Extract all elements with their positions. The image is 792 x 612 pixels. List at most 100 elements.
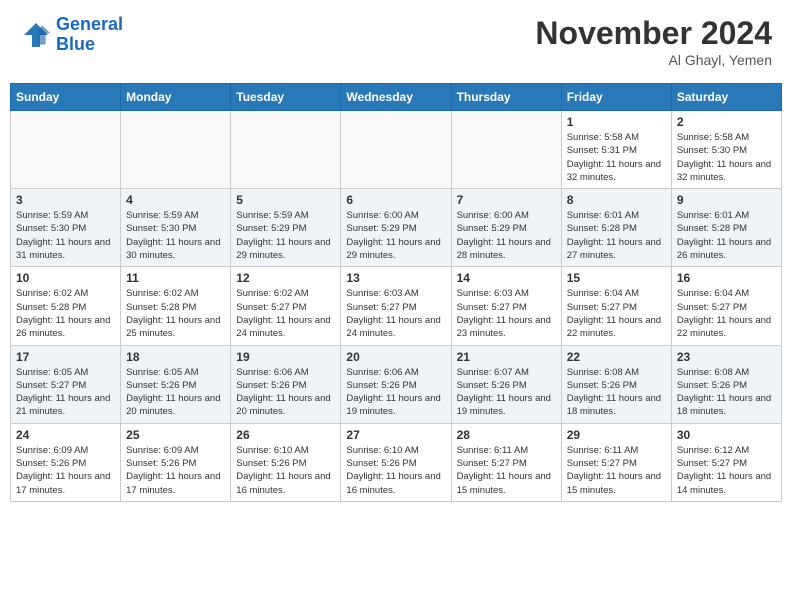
calendar-day-cell: 12 Sunrise: 6:02 AM Sunset: 5:27 PM Dayli… <box>231 267 341 345</box>
calendar-week-row: 10Sunrise: 6:02 AM Sunset: 5:28 PM Dayli… <box>11 267 782 345</box>
day-number: 8 <box>567 193 666 207</box>
calendar-day-cell <box>451 111 561 189</box>
calendar-day-cell <box>231 111 341 189</box>
weekday-header-row: SundayMondayTuesdayWednesdayThursdayFrid… <box>11 84 782 111</box>
weekday-header-thursday: Thursday <box>451 84 561 111</box>
day-info: Sunrise: 6:06 AM Sunset: 5:26 PM Dayligh… <box>346 366 445 419</box>
day-info: Sunrise: 6:09 AM Sunset: 5:26 PM Dayligh… <box>126 444 225 497</box>
day-number: 13 <box>346 271 445 285</box>
day-info: Sunrise: 6:05 AM Sunset: 5:27 PM Dayligh… <box>16 366 115 419</box>
day-info: Sunrise: 6:05 AM Sunset: 5:26 PM Dayligh… <box>126 366 225 419</box>
calendar-day-cell: 13 Sunrise: 6:03 AM Sunset: 5:27 PM Dayli… <box>341 267 451 345</box>
day-number: 27 <box>346 428 445 442</box>
day-info: Sunrise: 6:07 AM Sunset: 5:26 PM Dayligh… <box>457 366 556 419</box>
calendar-day-cell: 3 Sunrise: 5:59 AM Sunset: 5:30 PM Daylig… <box>11 189 121 267</box>
day-info: Sunrise: 6:11 AM Sunset: 5:27 PM Dayligh… <box>457 444 556 497</box>
calendar-week-row: 24Sunrise: 6:09 AM Sunset: 5:26 PM Dayli… <box>11 423 782 501</box>
weekday-header-sunday: Sunday <box>11 84 121 111</box>
day-info: Sunrise: 6:10 AM Sunset: 5:26 PM Dayligh… <box>236 444 335 497</box>
calendar-day-cell: 2 Sunrise: 5:58 AM Sunset: 5:30 PM Daylig… <box>671 111 781 189</box>
calendar-day-cell: 29 Sunrise: 6:11 AM Sunset: 5:27 PM Dayli… <box>561 423 671 501</box>
month-title: November 2024 <box>535 15 772 52</box>
calendar-day-cell <box>11 111 121 189</box>
day-number: 22 <box>567 350 666 364</box>
day-info: Sunrise: 6:00 AM Sunset: 5:29 PM Dayligh… <box>457 209 556 262</box>
day-number: 26 <box>236 428 335 442</box>
day-number: 29 <box>567 428 666 442</box>
calendar-day-cell: 14Sunrise: 6:03 AM Sunset: 5:27 PM Dayli… <box>451 267 561 345</box>
day-number: 3 <box>16 193 115 207</box>
day-number: 17 <box>16 350 115 364</box>
logo-text: General Blue <box>56 15 123 55</box>
day-info: Sunrise: 6:11 AM Sunset: 5:27 PM Dayligh… <box>567 444 666 497</box>
day-info: Sunrise: 5:59 AM Sunset: 5:30 PM Dayligh… <box>16 209 115 262</box>
calendar-day-cell: 9Sunrise: 6:01 AM Sunset: 5:28 PM Daylig… <box>671 189 781 267</box>
day-number: 2 <box>677 115 776 129</box>
calendar-day-cell: 27 Sunrise: 6:10 AM Sunset: 5:26 PM Dayli… <box>341 423 451 501</box>
calendar-week-row: 17 Sunrise: 6:05 AM Sunset: 5:27 PM Dayli… <box>11 345 782 423</box>
day-info: Sunrise: 6:04 AM Sunset: 5:27 PM Dayligh… <box>677 287 776 340</box>
day-info: Sunrise: 6:10 AM Sunset: 5:26 PM Dayligh… <box>346 444 445 497</box>
day-info: Sunrise: 6:02 AM Sunset: 5:28 PM Dayligh… <box>16 287 115 340</box>
weekday-header-saturday: Saturday <box>671 84 781 111</box>
calendar-day-cell: 1Sunrise: 5:58 AM Sunset: 5:31 PM Daylig… <box>561 111 671 189</box>
day-info: Sunrise: 5:59 AM Sunset: 5:29 PM Dayligh… <box>236 209 335 262</box>
calendar-day-cell: 26 Sunrise: 6:10 AM Sunset: 5:26 PM Dayli… <box>231 423 341 501</box>
day-info: Sunrise: 6:00 AM Sunset: 5:29 PM Dayligh… <box>346 209 445 262</box>
calendar-day-cell: 18 Sunrise: 6:05 AM Sunset: 5:26 PM Dayli… <box>121 345 231 423</box>
calendar-week-row: 3 Sunrise: 5:59 AM Sunset: 5:30 PM Daylig… <box>11 189 782 267</box>
calendar-day-cell: 11 Sunrise: 6:02 AM Sunset: 5:28 PM Dayli… <box>121 267 231 345</box>
day-number: 14 <box>457 271 556 285</box>
logo-icon <box>20 19 52 51</box>
day-number: 4 <box>126 193 225 207</box>
day-info: Sunrise: 6:01 AM Sunset: 5:28 PM Dayligh… <box>567 209 666 262</box>
calendar-day-cell: 16Sunrise: 6:04 AM Sunset: 5:27 PM Dayli… <box>671 267 781 345</box>
day-number: 12 <box>236 271 335 285</box>
calendar-day-cell: 23 Sunrise: 6:08 AM Sunset: 5:26 PM Dayli… <box>671 345 781 423</box>
day-number: 30 <box>677 428 776 442</box>
location: Al Ghayl, Yemen <box>535 52 772 68</box>
day-number: 1 <box>567 115 666 129</box>
day-info: Sunrise: 6:06 AM Sunset: 5:26 PM Dayligh… <box>236 366 335 419</box>
calendar-day-cell: 15 Sunrise: 6:04 AM Sunset: 5:27 PM Dayli… <box>561 267 671 345</box>
day-info: Sunrise: 5:58 AM Sunset: 5:30 PM Dayligh… <box>677 131 776 184</box>
calendar-day-cell: 20 Sunrise: 6:06 AM Sunset: 5:26 PM Dayli… <box>341 345 451 423</box>
calendar-day-cell: 28 Sunrise: 6:11 AM Sunset: 5:27 PM Dayli… <box>451 423 561 501</box>
day-info: Sunrise: 6:08 AM Sunset: 5:26 PM Dayligh… <box>567 366 666 419</box>
day-number: 11 <box>126 271 225 285</box>
day-number: 28 <box>457 428 556 442</box>
day-number: 20 <box>346 350 445 364</box>
calendar-day-cell: 5Sunrise: 5:59 AM Sunset: 5:29 PM Daylig… <box>231 189 341 267</box>
day-info: Sunrise: 5:59 AM Sunset: 5:30 PM Dayligh… <box>126 209 225 262</box>
day-info: Sunrise: 6:09 AM Sunset: 5:26 PM Dayligh… <box>16 444 115 497</box>
day-number: 15 <box>567 271 666 285</box>
calendar-day-cell <box>341 111 451 189</box>
day-info: Sunrise: 6:08 AM Sunset: 5:26 PM Dayligh… <box>677 366 776 419</box>
day-number: 25 <box>126 428 225 442</box>
calendar-day-cell: 25 Sunrise: 6:09 AM Sunset: 5:26 PM Dayli… <box>121 423 231 501</box>
day-info: Sunrise: 6:01 AM Sunset: 5:28 PM Dayligh… <box>677 209 776 262</box>
calendar-table: SundayMondayTuesdayWednesdayThursdayFrid… <box>10 83 782 502</box>
day-info: Sunrise: 6:12 AM Sunset: 5:27 PM Dayligh… <box>677 444 776 497</box>
calendar-day-cell <box>121 111 231 189</box>
weekday-header-monday: Monday <box>121 84 231 111</box>
weekday-header-friday: Friday <box>561 84 671 111</box>
day-info: Sunrise: 6:02 AM Sunset: 5:28 PM Dayligh… <box>126 287 225 340</box>
calendar-day-cell: 24Sunrise: 6:09 AM Sunset: 5:26 PM Dayli… <box>11 423 121 501</box>
day-number: 23 <box>677 350 776 364</box>
calendar-day-cell: 7 Sunrise: 6:00 AM Sunset: 5:29 PM Daylig… <box>451 189 561 267</box>
calendar-day-cell: 30 Sunrise: 6:12 AM Sunset: 5:27 PM Dayli… <box>671 423 781 501</box>
calendar-week-row: 1Sunrise: 5:58 AM Sunset: 5:31 PM Daylig… <box>11 111 782 189</box>
calendar-day-cell: 22 Sunrise: 6:08 AM Sunset: 5:26 PM Dayli… <box>561 345 671 423</box>
calendar-day-cell: 4 Sunrise: 5:59 AM Sunset: 5:30 PM Daylig… <box>121 189 231 267</box>
calendar-day-cell: 10Sunrise: 6:02 AM Sunset: 5:28 PM Dayli… <box>11 267 121 345</box>
calendar-day-cell: 21Sunrise: 6:07 AM Sunset: 5:26 PM Dayli… <box>451 345 561 423</box>
day-number: 7 <box>457 193 556 207</box>
day-info: Sunrise: 6:02 AM Sunset: 5:27 PM Dayligh… <box>236 287 335 340</box>
day-number: 18 <box>126 350 225 364</box>
day-info: Sunrise: 6:04 AM Sunset: 5:27 PM Dayligh… <box>567 287 666 340</box>
calendar-day-cell: 19Sunrise: 6:06 AM Sunset: 5:26 PM Dayli… <box>231 345 341 423</box>
weekday-header-wednesday: Wednesday <box>341 84 451 111</box>
calendar-day-cell: 17 Sunrise: 6:05 AM Sunset: 5:27 PM Dayli… <box>11 345 121 423</box>
day-info: Sunrise: 6:03 AM Sunset: 5:27 PM Dayligh… <box>346 287 445 340</box>
